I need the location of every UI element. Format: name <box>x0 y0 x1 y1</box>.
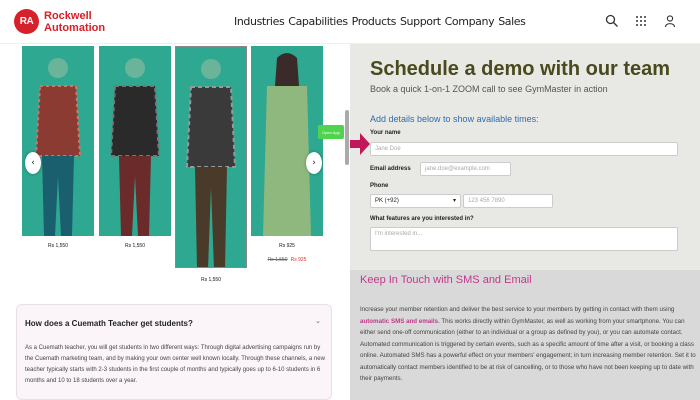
sms-body: Increase your member retention and deliv… <box>360 304 696 385</box>
demo-panel: Schedule a demo with our team Book a qui… <box>350 44 700 270</box>
logo-wordmark: Rockwell Automation <box>44 10 105 34</box>
model-figure <box>263 53 311 236</box>
product-card[interactable]: Rs 1,550 <box>22 46 94 256</box>
country-code-select[interactable]: PK (+92) ▾ <box>370 194 461 208</box>
apps-grid-icon[interactable] <box>634 14 648 28</box>
features-label: What features are you interested in? <box>370 216 474 222</box>
product-price: Rs 1,550 <box>47 243 68 249</box>
nav-company[interactable]: Company <box>445 15 495 28</box>
nav-support[interactable]: Support <box>400 15 441 28</box>
logo-mark: RA <box>14 9 39 34</box>
scrollbar-thumb[interactable] <box>345 110 349 165</box>
original-price: Rs 1,550 <box>267 257 288 263</box>
features-textarea[interactable]: I'm interested in... <box>370 227 678 251</box>
name-label: Your name <box>370 130 401 136</box>
carousel-next-button[interactable]: › <box>306 152 322 174</box>
site-header: RA Rockwell Automation Industries Capabi… <box>0 0 700 44</box>
model-figure <box>185 59 237 267</box>
phone-input[interactable]: 123 456 7890 <box>463 194 553 208</box>
product-image[interactable] <box>175 46 247 268</box>
rockwell-logo[interactable]: RA Rockwell Automation <box>14 9 105 34</box>
product-price-discount: Rs 1,550 Rs 925 <box>251 257 323 263</box>
faq-item: How does a Cuemath Teacher get students?… <box>16 304 332 400</box>
sms-title: Keep In Touch with SMS and Email <box>360 274 532 286</box>
nav-sales[interactable]: Sales <box>498 15 526 28</box>
phone-label: Phone <box>370 183 389 189</box>
product-image[interactable] <box>99 46 171 236</box>
sms-body-intro: Increase your member retention and deliv… <box>360 306 675 313</box>
chevron-down-icon[interactable]: ⌄ <box>315 317 321 325</box>
model-figure <box>109 58 161 236</box>
sale-price: Rs 925 <box>290 257 307 263</box>
country-code-value: PK (+92) <box>375 198 399 204</box>
name-input[interactable]: Jane Doe <box>370 142 678 156</box>
nav-industries[interactable]: Industries <box>234 15 285 28</box>
sms-body-highlight: automatic SMS and emails <box>360 317 439 325</box>
product-price: Rs 1,550 <box>124 243 145 249</box>
nav-capabilities[interactable]: Capabilities <box>288 15 348 28</box>
search-icon[interactable] <box>605 14 619 28</box>
arrow-right-icon <box>350 133 370 155</box>
user-icon[interactable] <box>663 14 677 28</box>
product-price: Rs 1,550 <box>200 277 221 283</box>
open-app-button[interactable]: Open App <box>318 125 344 139</box>
model-figure <box>34 58 82 236</box>
demo-title: Schedule a demo with our team <box>370 58 671 80</box>
logo-line-2: Automation <box>44 21 106 34</box>
product-image[interactable] <box>251 46 323 236</box>
faq-question[interactable]: How does a Cuemath Teacher get students? <box>25 319 193 328</box>
product-card[interactable]: Rs 1,550 <box>99 46 171 256</box>
demo-subtitle: Book a quick 1-on-1 ZOOM call to see Gym… <box>370 84 608 94</box>
main-nav: Industries Capabilities Products Support… <box>234 15 526 28</box>
email-label: Email address <box>370 166 411 172</box>
form-heading: Add details below to show available time… <box>370 114 539 124</box>
faq-answer: As a Cuemath teacher, you will get stude… <box>25 345 325 384</box>
email-input[interactable]: jane.doe@example.com <box>420 162 511 176</box>
nav-products[interactable]: Products <box>352 15 397 28</box>
logo-line-1: Rockwell <box>44 9 92 22</box>
sms-section: Keep In Touch with SMS and Email Increas… <box>350 270 700 400</box>
product-carousel: Rs 1,550 Rs 1,550 Rs 1,550 Rs 925 Rs 1,5… <box>22 46 328 291</box>
product-image[interactable] <box>22 46 94 236</box>
chevron-down-icon: ▾ <box>452 198 456 204</box>
product-card[interactable]: Rs 1,550 <box>175 46 247 291</box>
carousel-prev-button[interactable]: ‹ <box>25 152 41 174</box>
sms-body-rest: . This works directly within GymMaster, … <box>360 317 696 383</box>
product-price: Rs 925 <box>279 243 295 249</box>
